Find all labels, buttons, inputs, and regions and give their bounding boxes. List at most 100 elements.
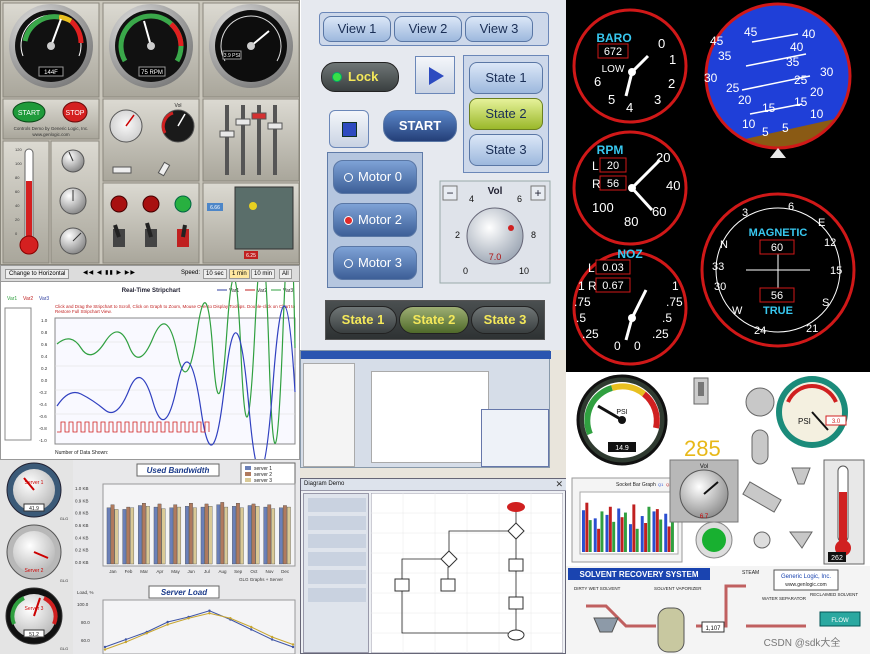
attitude-tick: 25: [794, 73, 808, 87]
dial-tick: 8: [531, 230, 536, 240]
views-panel: View 1 View 2 View 3 Lock START State 1 …: [301, 0, 566, 350]
motor-0-label: Motor 0: [357, 169, 403, 184]
speed-all-button[interactable]: All: [279, 269, 292, 279]
view-2-button[interactable]: View 2: [394, 16, 462, 42]
stop-square-button[interactable]: [329, 110, 369, 148]
radio-icon: [344, 259, 353, 268]
used-bandwidth-chart[interactable]: Used Bandwidth server 1 server 2 server …: [73, 460, 300, 584]
bandwidth-bar: [157, 503, 162, 565]
view-1-button[interactable]: View 1: [323, 16, 391, 42]
aircraft-canvas: BARO 672 LOW 0 1 2 3 4 5 6 45 40 35 30 2…: [572, 2, 856, 366]
palette-row[interactable]: [308, 588, 366, 602]
bandwidth-bar: [145, 506, 150, 565]
close-icon[interactable]: ✕: [555, 479, 563, 490]
xy-cursor[interactable]: [249, 202, 257, 210]
state-2-button[interactable]: State 2: [469, 98, 543, 130]
server-load-tick: 60.0: [81, 638, 90, 643]
radio-icon: [344, 173, 353, 182]
bottom-state-2-button[interactable]: State 2: [399, 306, 469, 334]
play-button[interactable]: [415, 56, 455, 94]
nozzle-gauge: NOZ L 0.03 R 0.67 1 .75 .5 .25 0 1 .75 .…: [572, 247, 688, 366]
bottom-state-1-button[interactable]: State 1: [329, 306, 397, 334]
server-load-point: [124, 640, 128, 644]
legend-var3-left: Var3: [39, 296, 49, 302]
palette-row[interactable]: [308, 534, 366, 548]
flow-start-node[interactable]: [507, 502, 525, 512]
flow-process-node[interactable]: [508, 558, 524, 572]
start-button[interactable]: START: [12, 101, 46, 123]
brand-label: GLG: [60, 578, 68, 583]
stripchart-canvas[interactable]: Real-Time Stripchart Var1 Var2 Var3 Var1…: [1, 282, 300, 460]
playback-controls[interactable]: ◀◀ ◀ ▮▮ ▶ ▶▶: [83, 269, 136, 276]
palette-row[interactable]: [308, 552, 366, 566]
server-load-chart[interactable]: Server Load Load, % 100.0 80.0 60.0: [73, 584, 300, 654]
vol-dial[interactable]: Vol 6.7: [669, 459, 739, 523]
flowchart-canvas[interactable]: [371, 493, 563, 653]
baro-altimeter: BARO 672 LOW 0 1 2 3 4 5 6: [572, 8, 688, 124]
bandwidth-bar: [247, 505, 252, 565]
motor-0-button[interactable]: Motor 0: [333, 160, 417, 194]
attitude-tick: 30: [820, 65, 834, 79]
label-water-separator: WATER SEPARATOR: [762, 596, 807, 601]
socket-bar: [605, 514, 609, 552]
server-load-point: [250, 628, 253, 631]
baro-tick: 0: [658, 36, 665, 51]
bandwidth-bar: [224, 506, 229, 565]
category-label: Apr: [156, 569, 164, 574]
speed-10sec-button[interactable]: 10 sec: [203, 269, 227, 279]
bandwidth-bar: [283, 505, 287, 565]
flow-process-node[interactable]: [508, 596, 524, 610]
view-3-button[interactable]: View 3: [465, 16, 533, 42]
noz-tick-left: .25: [582, 327, 599, 341]
knob-2[interactable]: [59, 187, 87, 215]
socket-legend-q1: Q1: [658, 482, 664, 487]
led-value: 285: [684, 436, 721, 461]
knob-3[interactable]: [59, 227, 87, 255]
bandwidth-bar: [161, 508, 166, 565]
lock-button[interactable]: Lock: [321, 62, 399, 92]
palette-row[interactable]: [308, 498, 366, 512]
stop-button[interactable]: STOP: [62, 101, 88, 123]
bandwidth-bar: [126, 506, 131, 565]
lever-switch[interactable]: [693, 377, 709, 405]
thermo-tick: 120: [15, 147, 22, 152]
attitude-tick: 5: [782, 121, 789, 135]
bandwidth-bar: [185, 506, 189, 565]
y-tick: 1.0: [41, 318, 48, 323]
server-load-point: [187, 617, 190, 620]
start-button-blue[interactable]: START: [383, 110, 457, 142]
y-tick-label: 0.0 KB: [75, 560, 89, 565]
flow-process-node[interactable]: [440, 578, 456, 592]
plus-label: +: [534, 186, 541, 200]
state-3-button[interactable]: State 3: [469, 134, 543, 166]
motor-2-button[interactable]: Motor 2: [333, 203, 417, 237]
knob-1[interactable]: [61, 149, 85, 173]
motor-3-button[interactable]: Motor 3: [333, 246, 417, 280]
flow-end-node[interactable]: [507, 629, 525, 641]
compass-tick: 33: [712, 261, 724, 273]
speed-1min-button[interactable]: 1 min: [229, 269, 250, 279]
titlebar: [301, 351, 551, 359]
speed-10min-button[interactable]: 10 min: [251, 269, 276, 279]
start-button-label: START: [18, 110, 41, 117]
controls-demo-panel: 144F 75 RPM 3.9 PSI START STOP Controls …: [0, 0, 300, 265]
xy-plot[interactable]: [234, 186, 294, 250]
volume-knob-widget[interactable]: − + Vol 7.0 0 2 4 6 8 10: [439, 180, 551, 284]
bandwidth-bar: [114, 509, 119, 565]
flow-process-node[interactable]: [394, 578, 410, 592]
bottom-state-3-button[interactable]: State 3: [471, 306, 539, 334]
orientation-toggle-button[interactable]: Change to Horizontal: [5, 269, 70, 279]
category-label: Dec: [281, 569, 290, 574]
server-2-label: Server 2: [25, 568, 44, 574]
thumbnail-list[interactable]: [303, 363, 355, 467]
palette-row[interactable]: [308, 516, 366, 530]
palette-row[interactable]: [308, 570, 366, 584]
noz-l-value: 0.03: [602, 262, 623, 274]
speed-label: Speed:: [181, 270, 201, 276]
vaporizer-tank: [657, 607, 685, 653]
bandwidth-legend-3: server 3: [254, 478, 272, 484]
socket-bar-graph: Socket Bar Graph Q1 Q2 Q3: [571, 477, 683, 563]
state-1-button[interactable]: State 1: [469, 62, 543, 94]
canvas-area[interactable]: [371, 371, 489, 463]
server-1-label: Server 1: [25, 480, 44, 486]
